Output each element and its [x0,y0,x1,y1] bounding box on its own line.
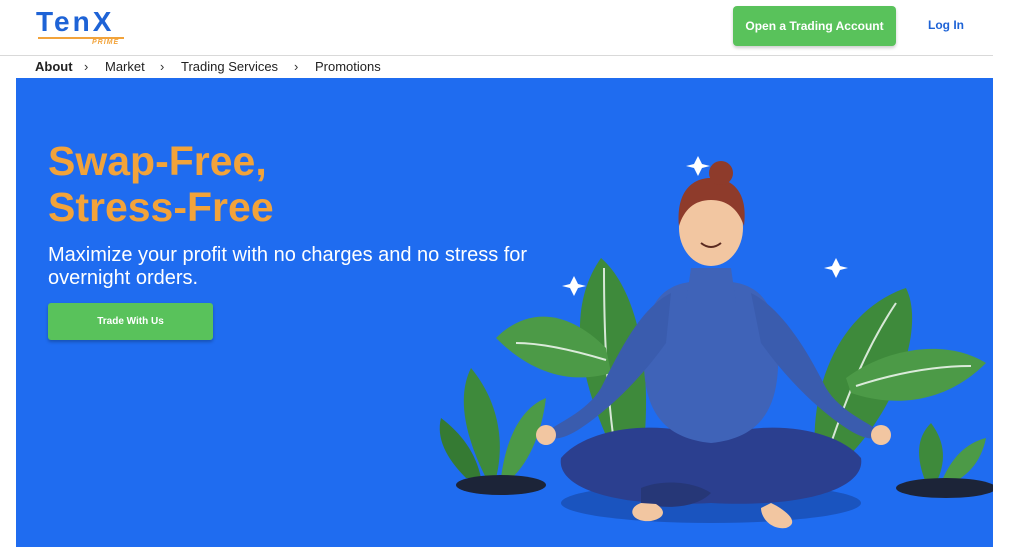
leaf-icon [439,368,546,495]
hero-banner: Swap-Free, Stress-Free Maximize your pro… [16,78,993,547]
breadcrumb-market[interactable]: Market [105,59,145,74]
meditating-woman-icon [439,156,993,529]
logo-subtitle: PRIME [92,39,120,46]
open-trading-account-button[interactable]: Open a Trading Account [733,6,896,46]
breadcrumb: About › Market › Trading Services › Prom… [0,56,993,78]
site-header: TenX PRIME Open a Trading Account Log In [0,0,993,56]
leaf-icon [896,423,993,498]
tenx-prime-logo[interactable]: TenX PRIME [36,6,136,46]
hero-title: Swap-Free, Stress-Free [48,138,448,230]
breadcrumb-separator: › [160,59,165,74]
breadcrumb-trading-services[interactable]: Trading Services [181,59,278,74]
hero-title-line2: Stress-Free [48,184,274,230]
logo-wordmark: TenX [36,6,115,37]
breadcrumb-separator: › [294,59,299,74]
page-gutter [993,0,1024,547]
breadcrumb-promotions[interactable]: Promotions [315,59,381,74]
hero-title-line1: Swap-Free, [48,138,267,184]
trade-with-us-button[interactable]: Trade With Us [48,303,213,340]
login-link[interactable]: Log In [928,18,964,32]
breadcrumb-about[interactable]: About [35,59,73,74]
breadcrumb-separator: › [84,59,89,74]
